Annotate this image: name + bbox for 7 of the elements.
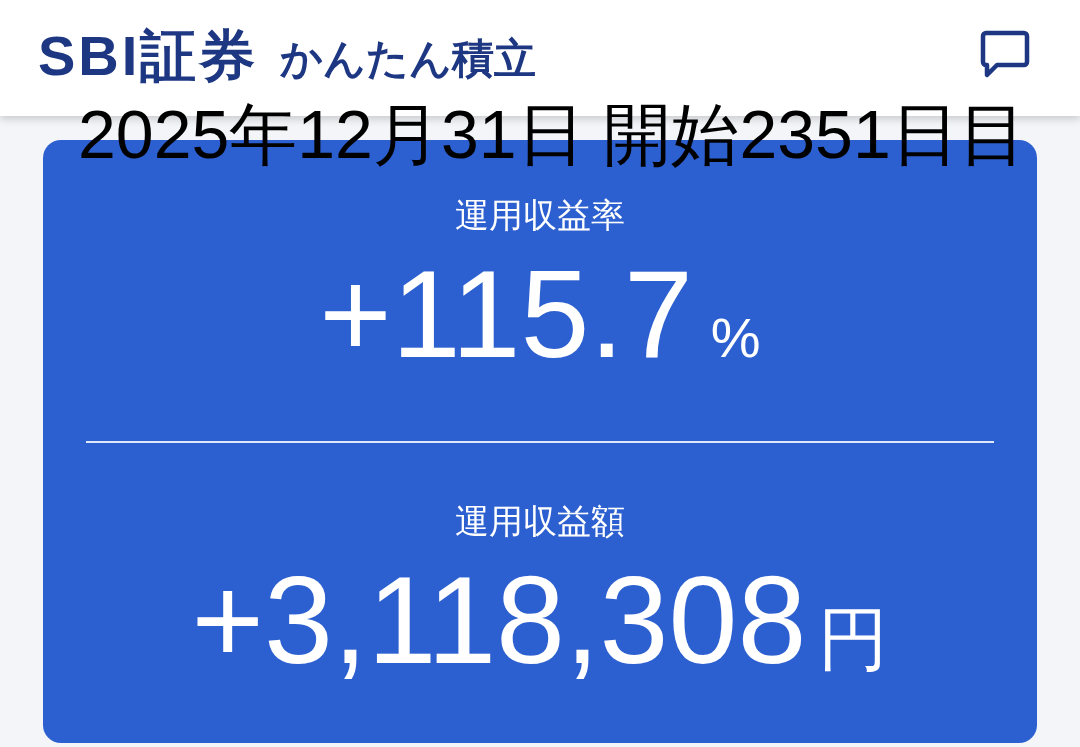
metric-label: 運用収益率 — [455, 195, 625, 235]
metric-value: +115.7% — [319, 251, 761, 377]
brand-logo: SBI証券 — [38, 28, 259, 84]
metric-value: +3,118,308 円 — [191, 557, 889, 683]
message-icon[interactable] — [980, 30, 1030, 78]
app-title: かんたん積立 — [280, 38, 537, 80]
metric-label: 運用収益額 — [455, 501, 625, 541]
